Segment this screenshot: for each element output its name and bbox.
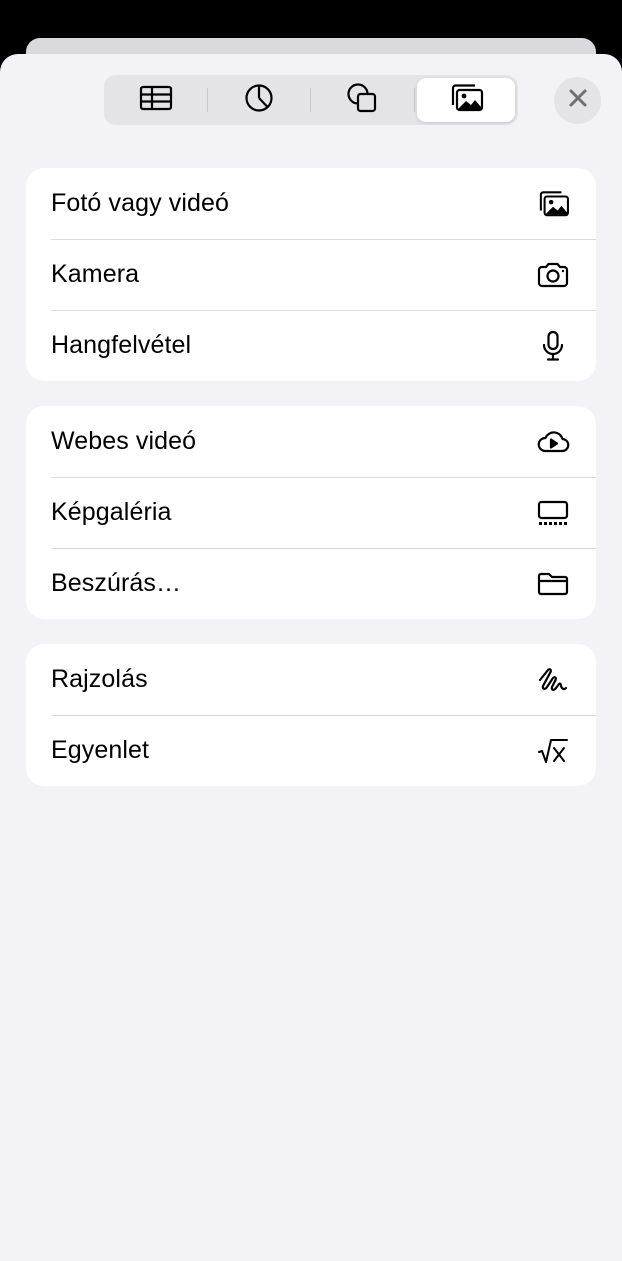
insert-sheet: Fotó vagy videó Kamera Hangfelvétel Webe… xyxy=(0,54,622,1261)
chart-pie-icon xyxy=(244,83,274,118)
close-icon xyxy=(568,88,588,113)
shapes-icon xyxy=(346,82,378,119)
camera-icon xyxy=(535,257,571,293)
list-item-web-video[interactable]: Webes videó xyxy=(26,406,596,477)
folder-icon xyxy=(535,566,571,602)
list-item-label: Fotó vagy videó xyxy=(51,189,229,217)
segment-divider xyxy=(207,88,208,112)
list-item-label: Egyenlet xyxy=(51,736,150,764)
segment-divider xyxy=(414,88,415,112)
gallery-icon xyxy=(535,495,571,531)
list-item-camera[interactable]: Kamera xyxy=(26,239,596,310)
media-source-group: Fotó vagy videó Kamera Hangfelvétel xyxy=(26,168,596,381)
list-item-audio-recording[interactable]: Hangfelvétel xyxy=(26,310,596,381)
microphone-icon xyxy=(535,328,571,364)
tab-shape[interactable] xyxy=(313,78,411,122)
list-item-photo-or-video[interactable]: Fotó vagy videó xyxy=(26,168,596,239)
square-root-icon xyxy=(535,733,571,769)
table-icon xyxy=(139,85,173,116)
list-item-label: Rajzolás xyxy=(51,665,148,693)
list-item-insert-from[interactable]: Beszúrás… xyxy=(26,548,596,619)
scribble-icon xyxy=(535,662,571,698)
photo-stack-icon xyxy=(448,83,484,118)
list-item-equation[interactable]: Egyenlet xyxy=(26,715,596,786)
list-item-label: Beszúrás… xyxy=(51,569,182,597)
list-item-label: Kamera xyxy=(51,260,140,288)
tab-chart[interactable] xyxy=(210,78,308,122)
list-item-label: Hangfelvétel xyxy=(51,331,192,359)
drawing-group: Rajzolás Egyenlet xyxy=(26,644,596,786)
cloud-play-icon xyxy=(535,424,571,460)
tab-media[interactable] xyxy=(417,78,515,122)
close-button[interactable] xyxy=(554,77,601,124)
segment-divider xyxy=(310,88,311,112)
list-item-label: Webes videó xyxy=(51,427,197,455)
web-media-group: Webes videó Képgaléria Beszúrás… xyxy=(26,406,596,619)
list-item-drawing[interactable]: Rajzolás xyxy=(26,644,596,715)
tab-table[interactable] xyxy=(107,78,205,122)
list-item-image-gallery[interactable]: Képgaléria xyxy=(26,477,596,548)
insert-type-segmented-control xyxy=(104,75,518,125)
photo-stack-icon xyxy=(535,186,571,222)
list-item-label: Képgaléria xyxy=(51,498,172,526)
